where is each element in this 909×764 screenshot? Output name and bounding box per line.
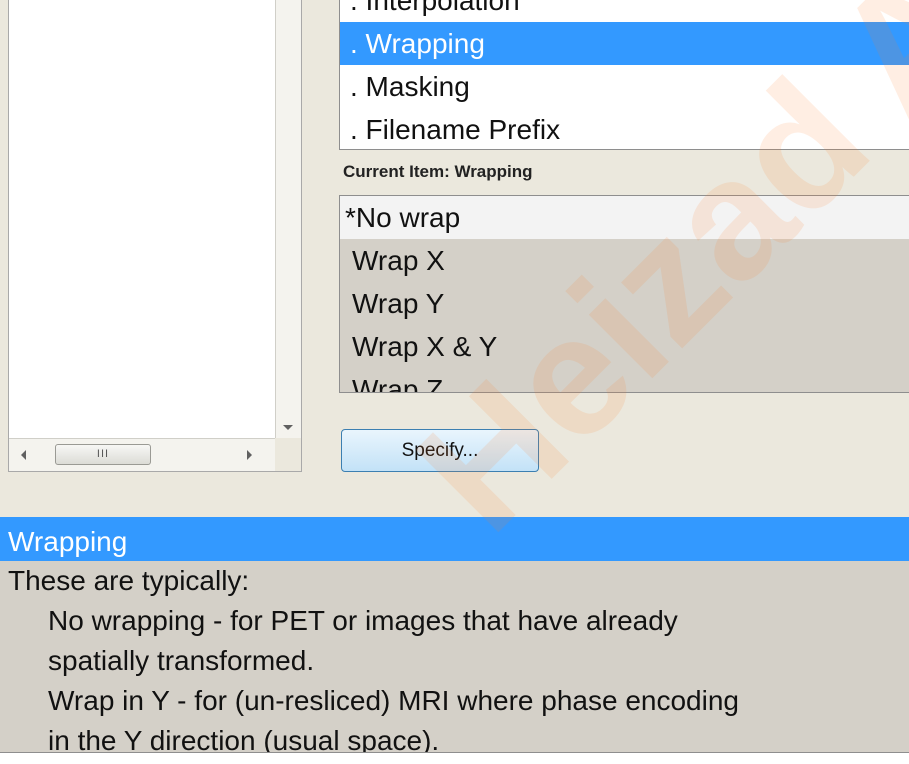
option-item-filename-prefix[interactable]: . Filename Prefix <box>340 108 909 149</box>
choice-item-wrap-xy[interactable]: Wrap X & Y <box>340 325 909 368</box>
spm-batch-editor: III . Interpolation . Wrapping . Masking… <box>0 0 909 764</box>
option-item-masking[interactable]: . Masking <box>340 65 909 108</box>
vertical-scrollbar[interactable] <box>275 0 301 438</box>
help-panel: Wrapping These are typically: No wrappin… <box>0 517 909 753</box>
choice-item-no-wrap[interactable]: *No wrap <box>340 196 909 239</box>
help-text-line: Wrap in Y - for (un-resliced) MRI where … <box>48 685 739 716</box>
bottom-strip <box>0 753 909 764</box>
help-text-line: These are typically: <box>8 565 250 596</box>
choice-item-wrap-x[interactable]: Wrap X <box>340 239 909 282</box>
choices-list[interactable]: *No wrap Wrap X Wrap Y Wrap X & Y Wrap Z <box>339 195 909 393</box>
help-text-line: No wrapping - for PET or images that hav… <box>48 605 678 636</box>
module-tree-panel[interactable]: III <box>8 0 302 472</box>
option-item-interpolation[interactable]: . Interpolation <box>340 0 909 22</box>
scroll-down-arrow-icon[interactable] <box>283 425 293 430</box>
choice-item-wrap-y[interactable]: Wrap Y <box>340 282 909 325</box>
help-title: Wrapping <box>0 517 909 561</box>
horizontal-scrollbar[interactable]: III <box>9 438 275 471</box>
option-item-wrapping[interactable]: . Wrapping <box>340 22 909 65</box>
scroll-right-arrow-icon[interactable] <box>247 450 252 460</box>
help-text-line: spatially transformed. <box>48 645 315 676</box>
options-list[interactable]: . Interpolation . Wrapping . Masking . F… <box>339 0 909 150</box>
choice-item-wrap-z[interactable]: Wrap Z <box>340 368 909 392</box>
help-text-line: in the Y direction (usual space). <box>48 725 440 753</box>
scroll-thumb[interactable]: III <box>55 444 151 465</box>
scroll-left-arrow-icon[interactable] <box>21 450 26 460</box>
specify-button[interactable]: Specify... <box>341 429 539 472</box>
scrollbar-corner <box>275 438 301 471</box>
current-item-label: Current Item: Wrapping <box>343 162 533 181</box>
